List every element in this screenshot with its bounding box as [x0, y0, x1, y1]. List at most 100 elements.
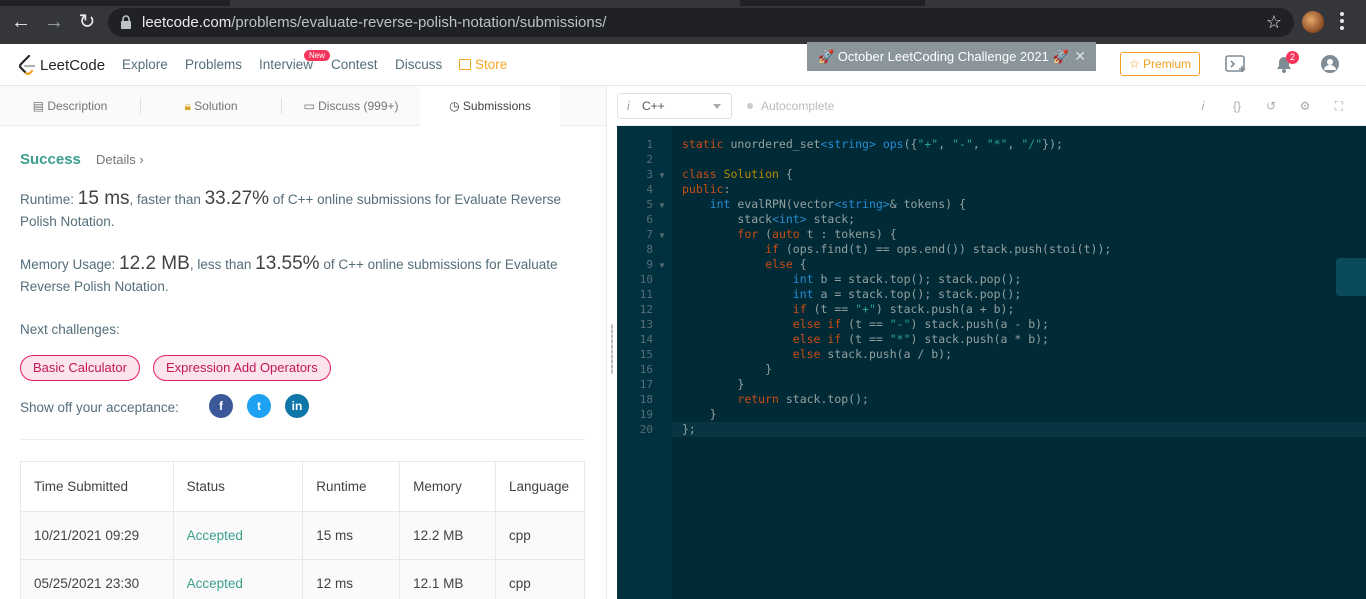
info-icon[interactable]: i [1195, 98, 1211, 114]
nav-store[interactable]: Store [459, 57, 507, 72]
code-line[interactable]: public: [682, 182, 730, 196]
forward-icon[interactable]: → [42, 10, 66, 34]
browser-chrome: ← → ↻ leetcode.com/problems/evaluate-rev… [0, 0, 1366, 44]
drag-handle-icon[interactable] [611, 324, 613, 374]
copy-icon[interactable] [1336, 258, 1366, 296]
code-line[interactable]: if (t == "+") stack.push(a + b); [682, 302, 1015, 316]
facebook-icon[interactable]: f [209, 394, 233, 418]
fold-arrow-icon[interactable]: ▼ [658, 201, 666, 210]
code-line[interactable]: else { [682, 257, 807, 271]
reset-icon[interactable]: ↺ [1263, 98, 1279, 114]
store-icon [459, 59, 471, 70]
profile-avatar[interactable] [1302, 11, 1324, 33]
browser-tab[interactable] [230, 0, 740, 6]
tab-discuss[interactable]: ▭ Discuss (999+) [282, 86, 420, 126]
fold-arrow-icon[interactable]: ▼ [658, 171, 666, 180]
code-line[interactable]: } [682, 377, 744, 391]
panel-splitter[interactable] [606, 86, 617, 599]
chevron-down-icon [713, 104, 721, 109]
fullscreen-icon[interactable]: ⛶ [1331, 98, 1347, 114]
language-select[interactable]: i C++ [617, 93, 732, 119]
line-number: 3 [646, 168, 653, 181]
code-line[interactable]: static unordered_set<string> ops({"+", "… [682, 137, 1063, 151]
line-number: 8 [646, 243, 653, 256]
code-line[interactable]: class Solution { [682, 167, 793, 181]
bookmark-star-icon[interactable]: ☆ [1266, 12, 1282, 33]
cell-status[interactable]: Accepted [172, 559, 304, 599]
problem-tabs: ▤ Description 🔒︎ Solution ▭ Discuss (999… [0, 86, 606, 126]
code-line[interactable]: if (ops.find(t) == ops.end()) stack.push… [682, 242, 1111, 256]
details-link[interactable]: Details › [96, 152, 144, 167]
nav-discuss[interactable]: Discuss [395, 57, 442, 72]
nav-explore[interactable]: Explore [122, 57, 168, 72]
challenge-banner[interactable]: 🚀 October LeetCoding Challenge 2021 🚀 ✕ [807, 42, 1096, 71]
autocomplete-toggle[interactable]: Autocomplete [747, 99, 834, 113]
line-number: 2 [646, 153, 653, 166]
line-number: 4 [646, 183, 653, 196]
code-line[interactable]: } [682, 362, 772, 376]
autocomplete-label: Autocomplete [761, 99, 835, 113]
playground-icon[interactable] [1225, 54, 1247, 74]
browser-menu-icon[interactable] [1340, 12, 1344, 32]
col-runtime[interactable]: Runtime [302, 461, 401, 512]
col-time-submitted[interactable]: Time Submitted [20, 461, 174, 512]
code-line[interactable]: else if (t == "-") stack.push(a - b); [682, 317, 1049, 331]
reload-icon[interactable]: ↻ [75, 10, 99, 34]
code-line[interactable]: else stack.push(a / b); [682, 347, 952, 361]
line-number: 9 [646, 258, 653, 271]
twitter-icon[interactable]: t [247, 394, 271, 418]
line-number: 11 [639, 288, 653, 301]
info-icon: i [627, 99, 630, 113]
language-value: C++ [642, 99, 665, 113]
code-line[interactable]: int evalRPN(vector<string>& tokens) { [682, 197, 966, 211]
browser-tab[interactable] [925, 0, 1366, 6]
memory-stat: Memory Usage: 12.2 MB, less than 13.55% … [20, 253, 580, 298]
leetcode-logo[interactable]: LeetCode [18, 54, 105, 76]
line-number: 17 [639, 378, 653, 391]
tab-submissions-label: Submissions [462, 99, 531, 113]
col-memory[interactable]: Memory [399, 461, 496, 512]
table-row[interactable]: 05/25/2021 23:30 Accepted 12 ms 12.1 MB … [20, 559, 586, 599]
code-editor[interactable]: 1 2 3 4 5 6 7 8 9 10 11 12 13 14 15 16 1… [617, 126, 1366, 599]
fold-arrow-icon[interactable]: ▼ [658, 261, 666, 270]
col-status[interactable]: Status [172, 461, 304, 512]
fold-arrow-icon[interactable]: ▼ [658, 231, 666, 240]
premium-button[interactable]: ☆ Premium [1120, 52, 1200, 76]
challenge-chip-expression-add-operators[interactable]: Expression Add Operators [153, 355, 331, 381]
code-line[interactable]: else if (t == "*") stack.push(a * b); [682, 332, 1049, 346]
gear-icon[interactable]: ⚙ [1297, 98, 1313, 114]
col-language[interactable]: Language [494, 461, 586, 512]
user-icon[interactable] [1319, 54, 1341, 74]
code-line[interactable]: }; [682, 422, 696, 436]
line-number: 18 [639, 393, 653, 406]
code-line[interactable]: return stack.top(); [682, 392, 869, 406]
tab-submissions[interactable]: ◷ Submissions [420, 86, 560, 126]
code-line[interactable]: for (auto t : tokens) { [682, 227, 896, 241]
line-number: 10 [639, 273, 653, 286]
braces-icon[interactable]: {} [1229, 98, 1245, 114]
back-icon[interactable]: ← [9, 10, 33, 34]
code-line[interactable]: int b = stack.top(); stack.pop(); [682, 272, 1022, 286]
line-number: 7 [646, 228, 653, 241]
line-number: 13 [639, 318, 653, 331]
memory-compare-text: , less than [189, 257, 252, 272]
cell-status[interactable]: Accepted [172, 511, 304, 560]
linkedin-icon[interactable]: in [285, 394, 309, 418]
table-row[interactable]: 10/21/2021 09:29 Accepted 15 ms 12.2 MB … [20, 511, 586, 560]
tab-solution[interactable]: 🔒︎ Solution [141, 86, 281, 126]
runtime-value: 15 ms [77, 188, 130, 209]
tab-description[interactable]: ▤ Description [0, 86, 140, 126]
address-bar[interactable]: leetcode.com/problems/evaluate-reverse-p… [108, 8, 1294, 37]
new-badge: New [304, 50, 331, 61]
nav-problems[interactable]: Problems [185, 57, 242, 72]
runtime-compare-text: , faster than [129, 192, 201, 207]
lock-icon [121, 15, 131, 29]
divider [20, 439, 585, 440]
challenge-chip-basic-calculator[interactable]: Basic Calculator [20, 355, 140, 381]
nav-contest[interactable]: Contest [331, 57, 378, 72]
code-line[interactable]: stack<int> stack; [682, 212, 855, 226]
close-icon[interactable]: ✕ [1074, 42, 1086, 71]
code-line[interactable]: } [682, 407, 717, 421]
active-line-highlight [672, 422, 1366, 437]
code-line[interactable]: int a = stack.top(); stack.pop(); [682, 287, 1022, 301]
